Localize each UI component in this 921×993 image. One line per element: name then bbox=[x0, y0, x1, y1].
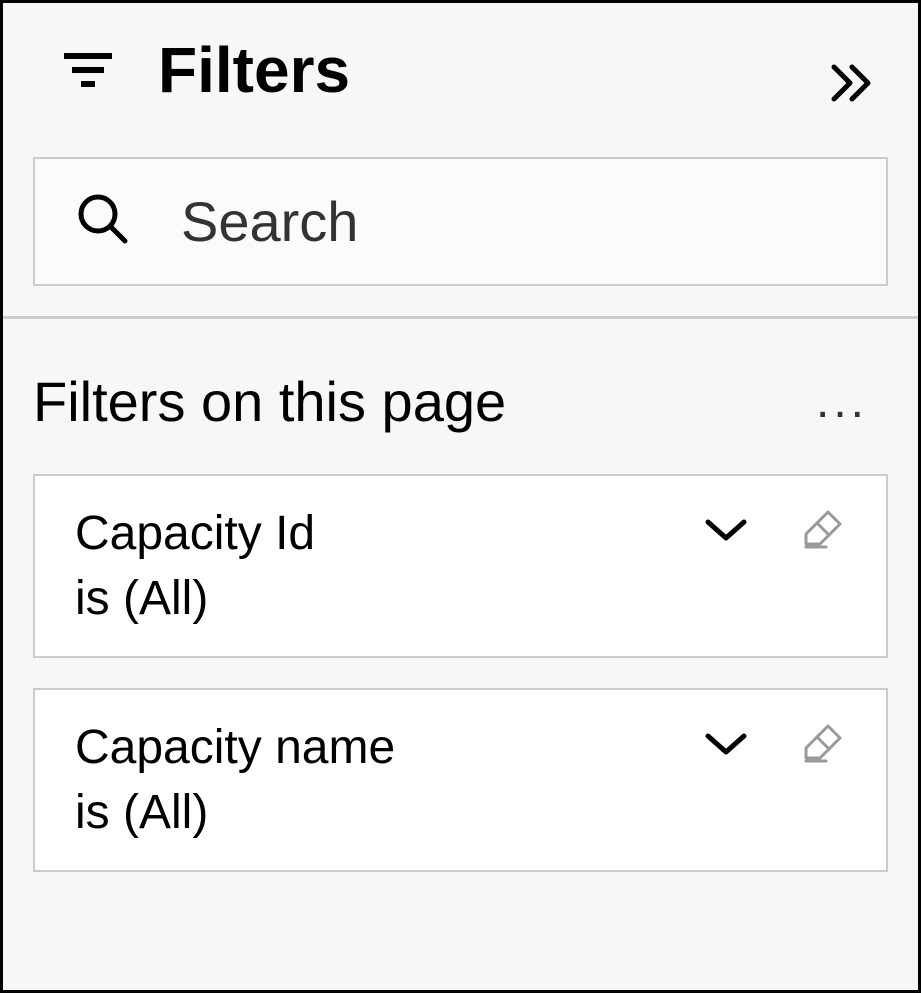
search-icon bbox=[75, 191, 131, 252]
filters-section: Filters on this page ... Capacity Id is … bbox=[3, 319, 918, 922]
filters-header: Filters bbox=[3, 3, 918, 127]
search-container bbox=[33, 157, 888, 286]
filter-field-value: is (All) bbox=[75, 785, 846, 840]
filter-icon bbox=[58, 40, 118, 100]
filter-card[interactable]: Capacity Id is (All) bbox=[33, 474, 888, 658]
more-options-button[interactable]: ... bbox=[816, 374, 888, 429]
section-header: Filters on this page ... bbox=[33, 369, 888, 434]
eraser-icon[interactable] bbox=[798, 506, 846, 559]
search-input[interactable] bbox=[181, 189, 901, 254]
section-title: Filters on this page bbox=[33, 369, 506, 434]
filter-field-value: is (All) bbox=[75, 571, 846, 626]
panel-title: Filters bbox=[158, 33, 350, 107]
chevron-down-icon[interactable] bbox=[704, 516, 748, 549]
chevron-down-icon[interactable] bbox=[704, 730, 748, 763]
filter-card[interactable]: Capacity name is (All) bbox=[33, 688, 888, 872]
eraser-icon[interactable] bbox=[798, 720, 846, 773]
collapse-panel-button[interactable] bbox=[830, 63, 878, 108]
